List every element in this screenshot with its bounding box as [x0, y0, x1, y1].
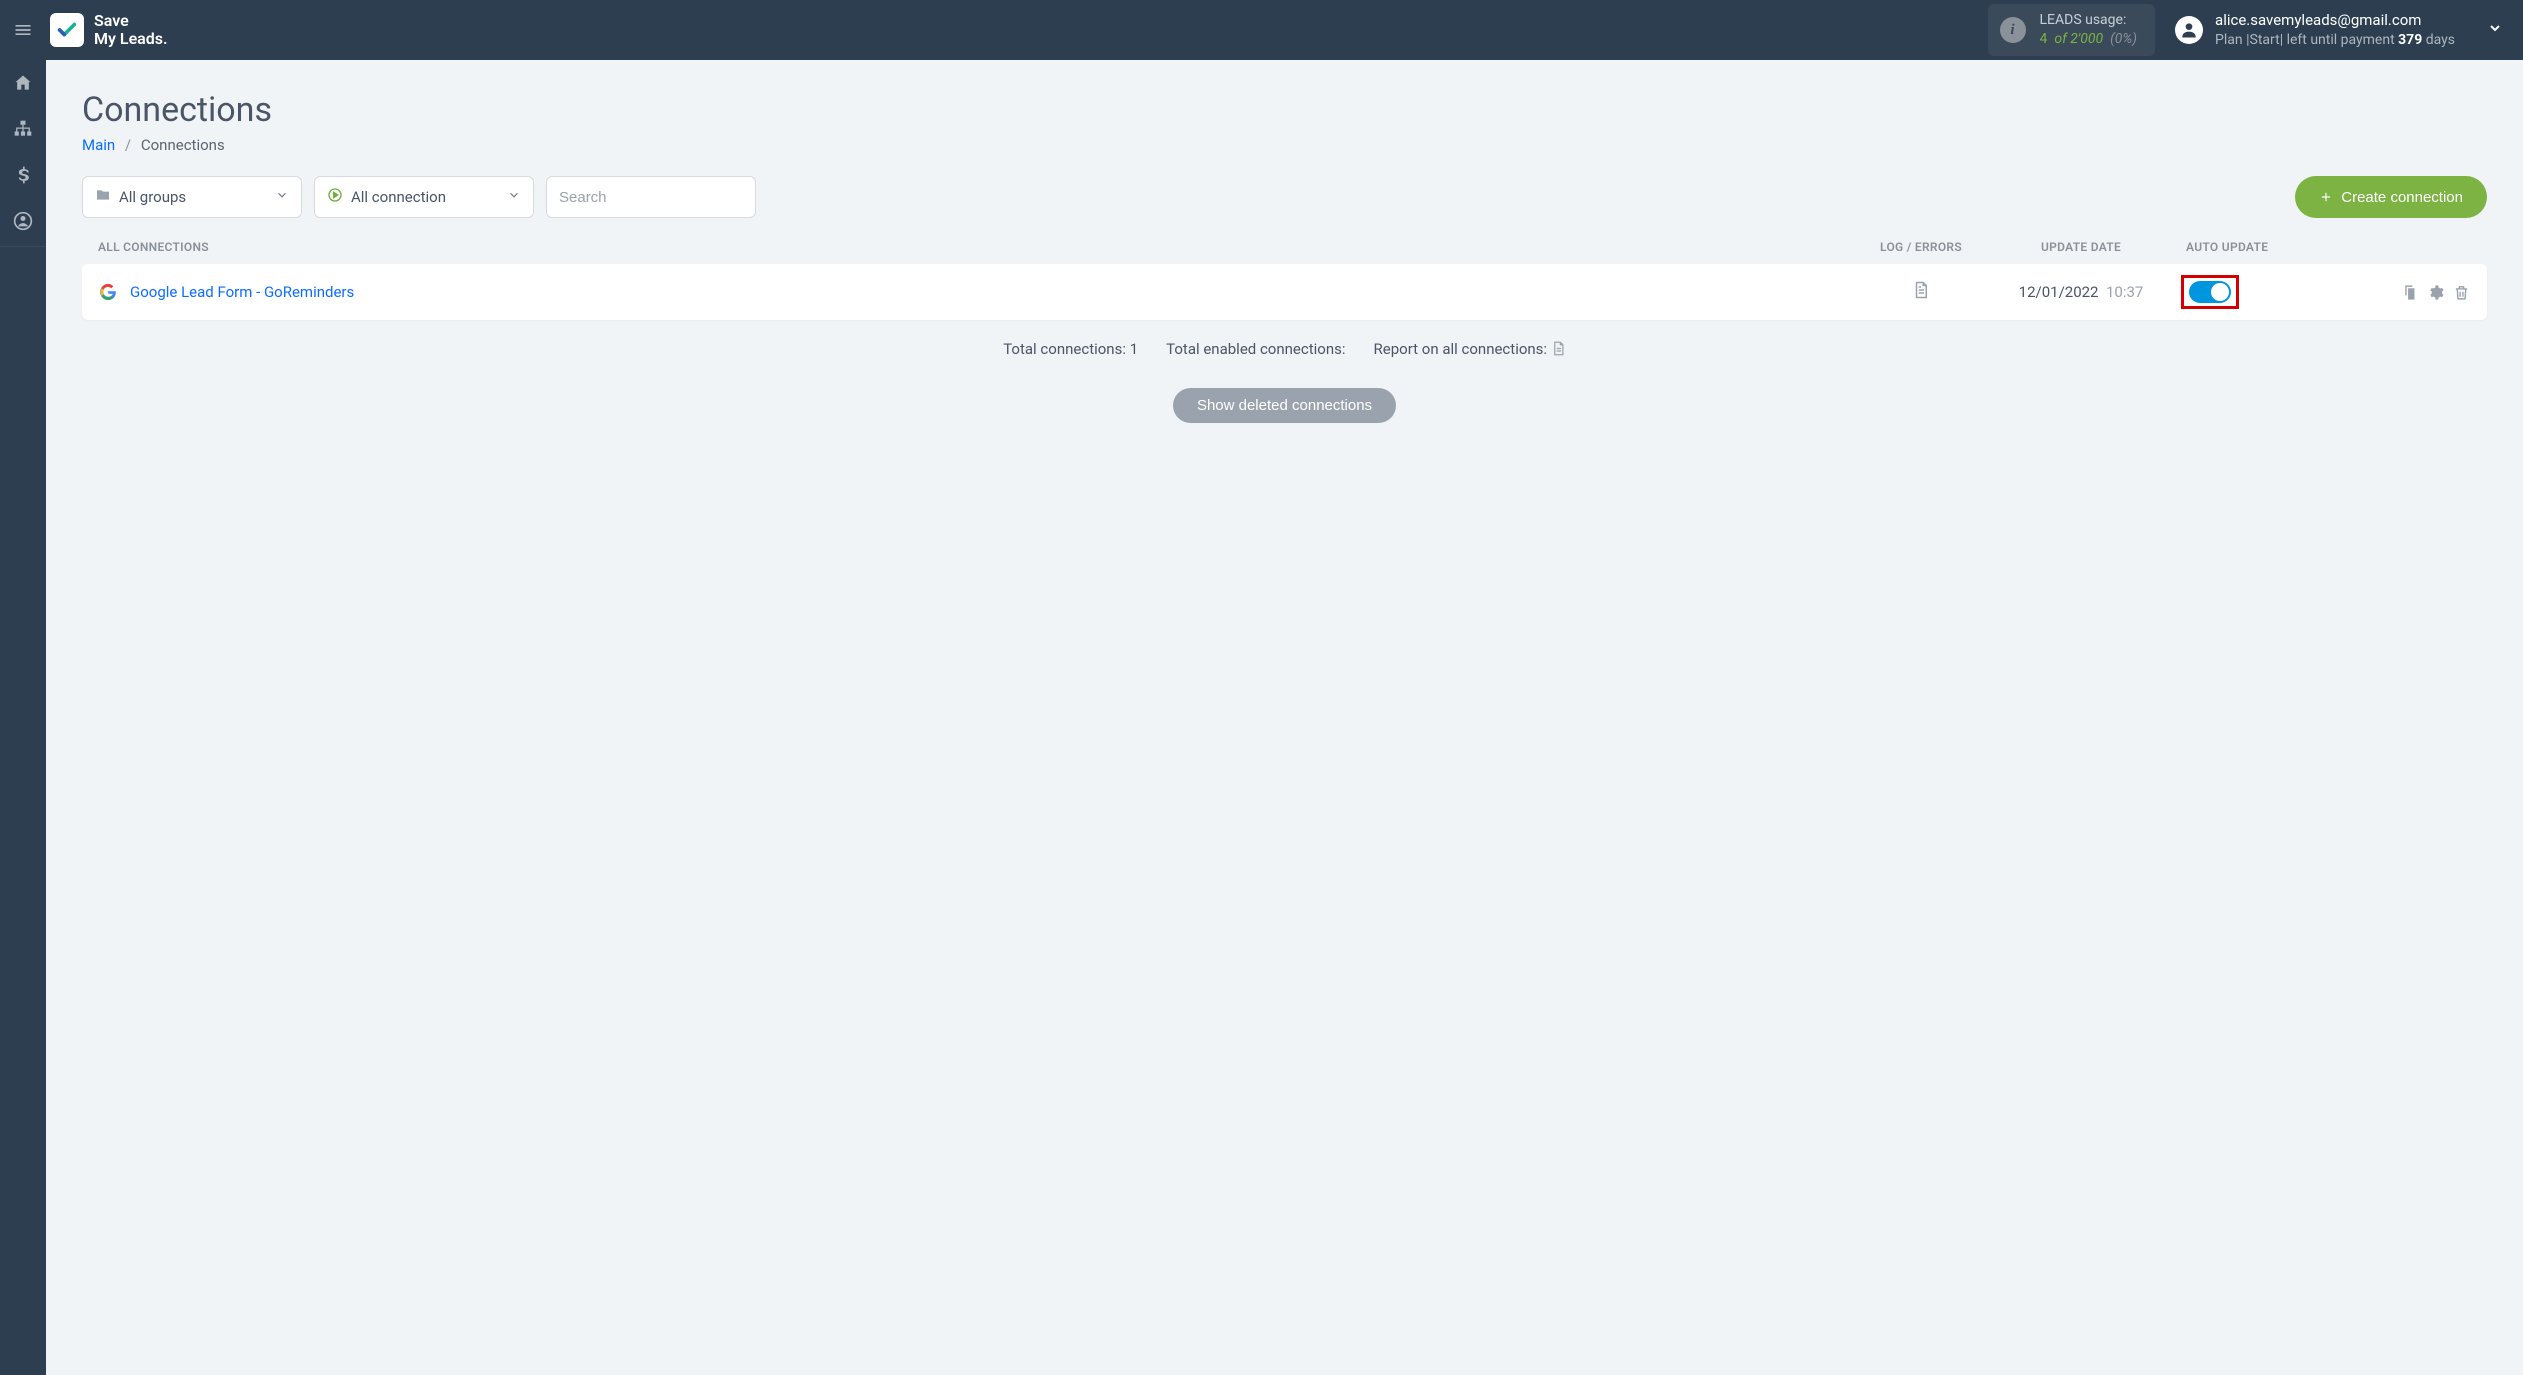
- col-header-auto: AUTO UPDATE: [2181, 240, 2361, 254]
- folder-icon: [95, 187, 111, 207]
- checkmark-icon: [56, 19, 78, 41]
- copy-button[interactable]: [2399, 282, 2419, 302]
- trash-icon: [2453, 284, 2470, 301]
- groups-dropdown-label: All groups: [119, 188, 186, 206]
- delete-button[interactable]: [2451, 282, 2471, 302]
- col-header-name: ALL CONNECTIONS: [98, 240, 1861, 254]
- connection-link[interactable]: Google Lead Form - GoReminders: [130, 283, 1861, 301]
- usage-pct: (0%): [2110, 31, 2137, 47]
- usage-label: LEADS usage:: [2040, 11, 2138, 30]
- main-content: Connections Main / Connections All group…: [46, 60, 2523, 1375]
- groups-dropdown[interactable]: All groups: [82, 176, 302, 218]
- gear-icon: [2427, 284, 2444, 301]
- sidebar-item-billing[interactable]: [0, 152, 46, 198]
- filter-row: All groups All connection Create connect…: [82, 176, 2487, 218]
- usage-info-box[interactable]: i LEADS usage: 4 of 2'000 (0%): [1988, 4, 2156, 56]
- file-icon: [1551, 341, 1566, 356]
- status-dropdown[interactable]: All connection: [314, 176, 534, 218]
- brand-name: Save My Leads.: [94, 12, 168, 47]
- search-input[interactable]: [559, 189, 743, 206]
- connection-log-button[interactable]: [1861, 281, 1981, 303]
- user-circle-icon: [13, 211, 33, 231]
- usage-count: 4: [2040, 31, 2048, 47]
- brand-text-1: Save: [94, 12, 168, 30]
- create-connection-button[interactable]: Create connection: [2295, 176, 2487, 218]
- hamburger-menu-button[interactable]: [0, 0, 46, 60]
- chevron-down-icon: [275, 188, 289, 206]
- brand-logo: [50, 13, 84, 47]
- col-header-date: UPDATE DATE: [1981, 240, 2181, 254]
- info-icon: i: [2000, 17, 2026, 43]
- report-all-connections[interactable]: Report on all connections:: [1374, 340, 1566, 360]
- sidebar-item-profile[interactable]: [0, 198, 46, 244]
- table-header: ALL CONNECTIONS LOG / ERRORS UPDATE DATE…: [82, 240, 2487, 264]
- brand-text-2: My Leads.: [94, 29, 168, 48]
- play-circle-icon: [327, 187, 343, 207]
- breadcrumb: Main / Connections: [82, 136, 2487, 154]
- connection-row: Google Lead Form - GoReminders 12/01/202…: [82, 264, 2487, 320]
- hamburger-icon: [13, 20, 33, 40]
- avatar: [2175, 16, 2203, 44]
- sidebar-item-home[interactable]: [0, 60, 46, 106]
- settings-button[interactable]: [2425, 282, 2445, 302]
- file-icon: [1912, 281, 1930, 299]
- plus-icon: [2319, 190, 2333, 204]
- auto-update-toggle[interactable]: [2189, 281, 2231, 303]
- create-button-label: Create connection: [2341, 189, 2463, 206]
- total-enabled: Total enabled connections:: [1166, 340, 1345, 360]
- sidebar: [0, 60, 46, 1375]
- breadcrumb-main[interactable]: Main: [82, 136, 115, 154]
- account-email: alice.savemyleads@gmail.com: [2215, 10, 2455, 30]
- usage-limit: 2'000: [2070, 31, 2103, 47]
- connection-actions: [2361, 282, 2471, 302]
- chevron-down-icon: [507, 188, 521, 206]
- account-caret: [2487, 20, 2503, 40]
- toggle-highlight-box: [2181, 275, 2239, 309]
- breadcrumb-current: Connections: [141, 136, 225, 154]
- home-icon: [13, 73, 33, 93]
- copy-icon: [2401, 284, 2418, 301]
- sitemap-icon: [13, 119, 33, 139]
- summary-row: Total connections: 1 Total enabled conne…: [82, 340, 2487, 360]
- page-title: Connections: [82, 90, 2487, 130]
- topbar: Save My Leads. i LEADS usage: 4 of 2'000…: [0, 0, 2523, 60]
- chevron-down-icon: [2487, 20, 2503, 36]
- col-header-log: LOG / ERRORS: [1861, 240, 1981, 254]
- sidebar-item-connections[interactable]: [0, 106, 46, 152]
- user-icon: [2179, 20, 2199, 40]
- status-dropdown-label: All connection: [351, 188, 446, 206]
- account-plan: Plan |Start| left until payment 379 days: [2215, 31, 2455, 50]
- total-connections: Total connections: 1: [1003, 340, 1138, 360]
- connection-date: 12/01/2022 10:37: [1981, 283, 2181, 301]
- google-icon: [98, 282, 118, 302]
- usage-of: of: [2054, 31, 2066, 47]
- dollar-icon: [13, 165, 33, 185]
- account-menu[interactable]: alice.savemyleads@gmail.com Plan |Start|…: [2175, 10, 2503, 49]
- show-deleted-button[interactable]: Show deleted connections: [1173, 388, 1396, 423]
- search-input-wrapper[interactable]: [546, 176, 756, 218]
